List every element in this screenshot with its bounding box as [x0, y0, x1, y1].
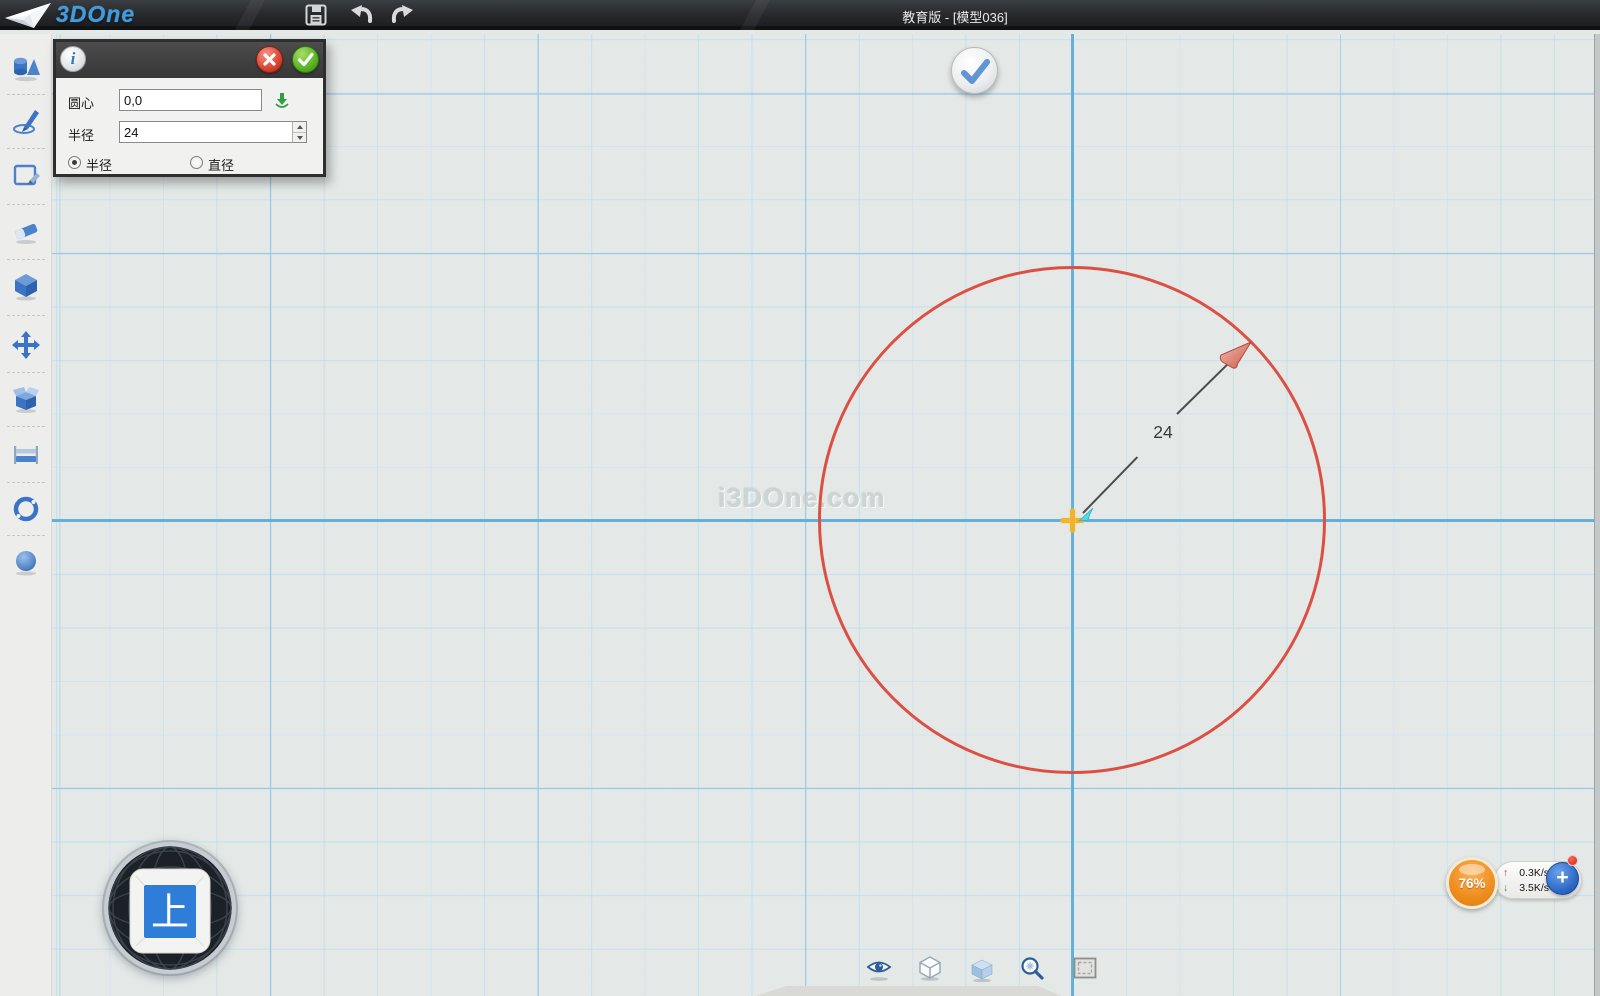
confirm-sketch-button[interactable]: [951, 47, 998, 94]
sidebar-tool-ring[interactable]: [11, 494, 41, 524]
shaded-view-button[interactable]: [969, 957, 995, 983]
app-logo: 3DOne: [56, 1, 135, 28]
sidebar-tool-primitives[interactable]: [11, 52, 41, 82]
info-icon[interactable]: i: [60, 46, 86, 72]
dialog-header[interactable]: i: [56, 42, 323, 78]
check-icon: [293, 47, 318, 72]
tool-sidebar: [0, 34, 52, 996]
dimension-arrowhead-icon[interactable]: [1218, 335, 1258, 375]
section-frame-button[interactable]: [1072, 956, 1098, 982]
diameter-radio-label[interactable]: 直径: [208, 155, 234, 174]
undo-button[interactable]: [348, 3, 374, 27]
window-title: 教育版 - [模型036]: [902, 7, 1007, 26]
cancel-button[interactable]: [256, 46, 283, 73]
shaded-view-icon: [969, 957, 995, 983]
sidebar-separator: [7, 94, 45, 95]
sidebar-tool-open-box[interactable]: [11, 384, 41, 414]
sidebar-separator: [7, 148, 45, 149]
sidebar-tool-sketch-pen[interactable]: [11, 106, 41, 136]
wireframe-view-button[interactable]: [917, 955, 943, 981]
sidebar-tool-sphere[interactable]: [11, 547, 41, 577]
undo-icon: [348, 3, 374, 27]
radius-radio[interactable]: [68, 156, 81, 169]
save-icon: [304, 3, 328, 27]
wireframe-view-icon: [917, 955, 943, 981]
section-frame-icon: [1072, 956, 1098, 982]
save-button[interactable]: [304, 3, 330, 27]
center-input[interactable]: [119, 89, 262, 111]
upload-speed-row: ↑ 0.3K/s: [1503, 866, 1549, 879]
primitive-shapes-icon: [11, 52, 41, 82]
modeling-canvas[interactable]: i3DOne.com 24: [52, 34, 1600, 996]
ring-icon: [11, 494, 41, 524]
diameter-radio[interactable]: [190, 156, 203, 169]
sidebar-separator: [7, 482, 45, 483]
view-navigator[interactable]: 上: [102, 840, 238, 976]
dimension-value-label[interactable]: 24: [1153, 422, 1172, 443]
download-speed-value: 3.5K/s: [1514, 882, 1549, 894]
badge-gloss: [1459, 864, 1485, 875]
sidebar-tool-cube-feature[interactable]: [11, 271, 41, 301]
sidebar-tool-eraser[interactable]: [11, 216, 41, 246]
move-icon: [11, 330, 41, 360]
redo-icon: [390, 3, 416, 27]
window-right-edge: [1594, 34, 1600, 996]
download-arrow-icon: ↓: [1503, 882, 1514, 894]
radio-dot: [72, 160, 77, 165]
redo-button[interactable]: [390, 3, 416, 27]
radius-radio-label[interactable]: 半径: [86, 155, 112, 174]
sidebar-tool-measure[interactable]: [11, 439, 41, 469]
spinner-up-button[interactable]: [293, 122, 306, 132]
sidebar-separator: [7, 259, 45, 260]
open-box-icon: [11, 384, 41, 414]
snap-cursor-icon: [1078, 507, 1094, 523]
notification-dot: [1567, 855, 1578, 866]
sidebar-separator: [7, 426, 45, 427]
visibility-eye-icon: [866, 957, 892, 983]
radius-field-label: 半径: [68, 125, 94, 144]
pick-point-icon[interactable]: [274, 92, 290, 109]
center-field-label: 圆心: [68, 93, 94, 112]
radius-spinner: [292, 121, 307, 143]
download-speed-row: ↓ 3.5K/s: [1503, 881, 1549, 894]
spinner-down-button[interactable]: [293, 132, 306, 142]
upload-arrow-icon: ↑: [1503, 867, 1514, 879]
sidebar-separator: [7, 204, 45, 205]
visibility-button[interactable]: [866, 957, 892, 983]
confirm-button[interactable]: [292, 46, 319, 73]
view-face-label: 上: [151, 892, 189, 934]
check-icon: [952, 48, 999, 95]
circle-center-marker: [1070, 509, 1075, 532]
title-bar: 3DOne 教育版 - [模型036]: [0, 0, 1600, 30]
sidebar-tool-move[interactable]: [11, 330, 41, 360]
sketch-rectangle-icon: [11, 161, 41, 191]
circle-parameters-dialog: i 圆心 半径 半径 直径: [53, 39, 326, 177]
radius-input[interactable]: [119, 121, 307, 143]
progress-percent: 76%: [1449, 876, 1495, 891]
sketch-pen-icon: [11, 106, 41, 136]
sidebar-tool-sketch-rectangle[interactable]: [11, 161, 41, 191]
zoom-icon: [1019, 956, 1045, 982]
measure-icon: [11, 439, 41, 469]
eraser-icon: [11, 216, 41, 246]
cube-feature-icon: [11, 271, 41, 301]
sphere-icon: [11, 547, 41, 577]
close-icon: [257, 47, 282, 72]
sidebar-separator: [7, 315, 45, 316]
hidden-panel-tab[interactable]: [756, 985, 1062, 996]
sidebar-separator: [7, 535, 45, 536]
upload-speed-value: 0.3K/s: [1514, 867, 1549, 879]
sidebar-separator: [7, 372, 45, 373]
toolbar-seam: [235, 0, 265, 30]
community-button[interactable]: +: [1546, 862, 1579, 895]
paper-plane-logo-icon: [4, 1, 54, 29]
zoom-button[interactable]: [1019, 956, 1045, 982]
progress-badge[interactable]: 76%: [1446, 857, 1498, 909]
toolbar-seam: [740, 0, 770, 30]
